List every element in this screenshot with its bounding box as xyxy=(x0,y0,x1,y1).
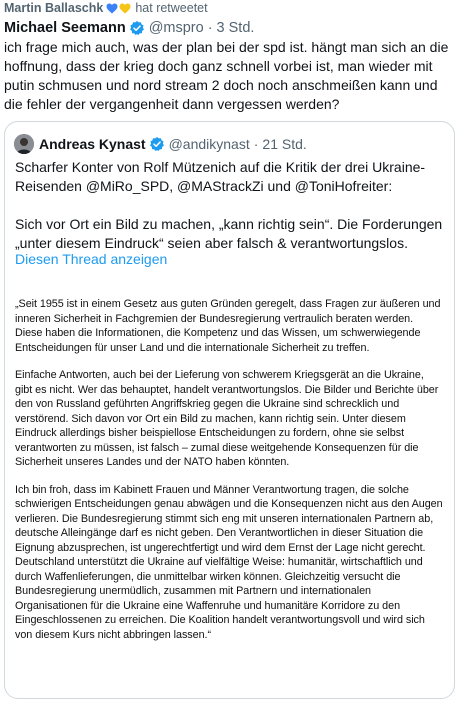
quoted-tweet-paragraph: Sich vor Ort ein Bild zu machen, „kann r… xyxy=(15,216,443,251)
blue-heart-icon xyxy=(106,3,118,13)
tweet-text: ich frage mich auch, was der plan bei de… xyxy=(4,39,449,112)
show-thread-link[interactable]: Diesen Thread anzeigen xyxy=(15,251,167,267)
quoted-tweet-paragraph: Scharfer Konter von Rolf Mützenich auf d… xyxy=(15,159,426,194)
quoted-author-handle[interactable]: @andikynast xyxy=(169,136,250,152)
statement-paragraph: „Seit 1955 ist in einem Gesetz aus guten… xyxy=(15,298,441,354)
statement-image[interactable]: „Seit 1955 ist in einem Gesetz aus guten… xyxy=(15,297,443,642)
statement-paragraph: Einfache Antworten, auch bei der Lieferu… xyxy=(15,369,439,468)
verified-badge-icon xyxy=(129,21,144,36)
tweet-timestamp[interactable]: 3 Std. xyxy=(217,20,255,36)
quoted-author-name[interactable]: Andreas Kynast xyxy=(39,136,146,152)
quoted-tweet-header: Andreas Kynast @andikynast · 21 Std. xyxy=(14,134,307,154)
retweet-indicator: Martin Ballaschk hat retweetet xyxy=(4,0,208,16)
quoted-tweet-text: Scharfer Konter von Rolf Mützenich auf d… xyxy=(15,158,445,253)
verified-badge-icon xyxy=(149,137,164,152)
tweet-header: Michael Seemann @mspro · 3 Std. xyxy=(4,18,254,38)
retweet-action-label: hat retweetet xyxy=(135,1,208,15)
retweeter-name[interactable]: Martin Ballaschk xyxy=(4,1,103,15)
statement-paragraph: Ich bin froh, dass im Kabinett Frauen un… xyxy=(15,483,443,641)
author-name[interactable]: Michael Seemann xyxy=(4,20,126,36)
avatar[interactable] xyxy=(14,134,34,154)
yellow-heart-icon xyxy=(119,3,131,13)
quoted-tweet-card[interactable]: Andreas Kynast @andikynast · 21 Std. Sch… xyxy=(4,121,455,699)
separator-dot: · xyxy=(207,20,213,36)
avatar-person-icon xyxy=(14,134,34,154)
quoted-tweet-timestamp[interactable]: 21 Std. xyxy=(262,136,306,152)
author-handle[interactable]: @mspro xyxy=(149,20,204,36)
separator-dot: · xyxy=(253,136,259,152)
